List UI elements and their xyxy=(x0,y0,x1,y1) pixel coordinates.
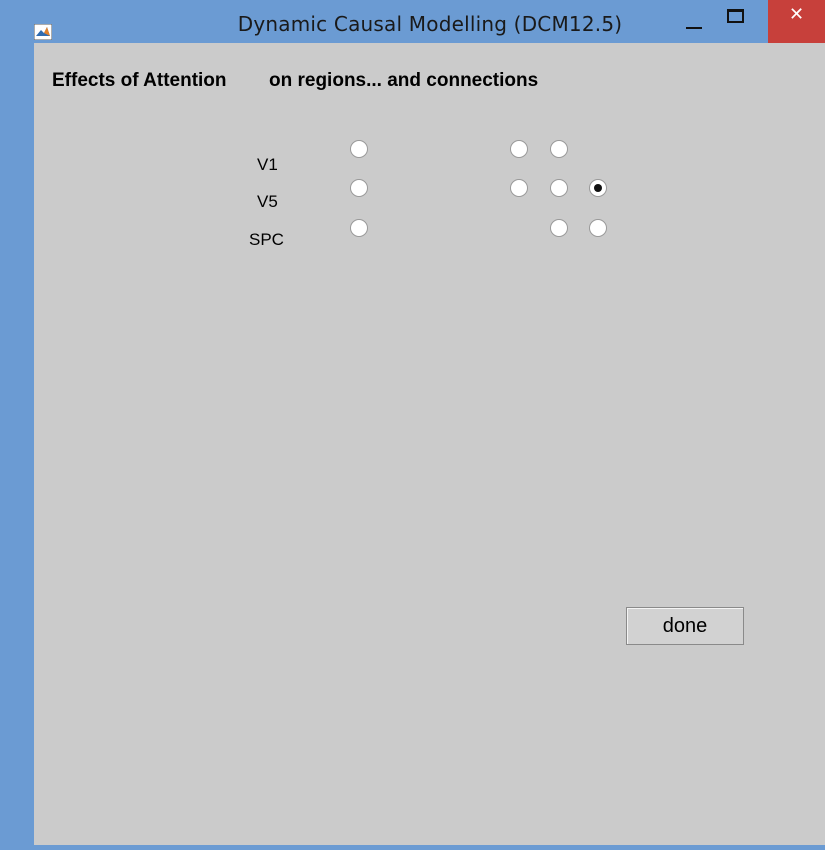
minimize-icon xyxy=(686,27,702,29)
region-label-v5: V5 xyxy=(257,192,278,211)
connection-radio-v1-v5[interactable] xyxy=(550,140,568,158)
done-button[interactable]: done xyxy=(626,607,744,645)
title-bar[interactable]: Dynamic Causal Modelling (DCM12.5) ✕ xyxy=(0,0,825,43)
region-label-spc: SPC xyxy=(249,230,284,249)
target-heading: on regions... and connections xyxy=(269,70,539,91)
connection-radio-spc-v5[interactable] xyxy=(550,219,568,237)
effects-heading: Effects of Attention xyxy=(52,70,227,91)
close-button[interactable]: ✕ xyxy=(768,0,825,43)
region-radio-v1[interactable] xyxy=(350,140,368,158)
connection-radio-v5-v5[interactable] xyxy=(550,179,568,197)
minimize-button[interactable] xyxy=(672,0,718,43)
region-radio-v5[interactable] xyxy=(350,179,368,197)
maximize-icon xyxy=(727,9,744,23)
connection-radio-v5-v1[interactable] xyxy=(510,179,528,197)
connection-radio-spc-spc[interactable] xyxy=(589,219,607,237)
window-client-area: Effects of Attention on regions... and c… xyxy=(0,43,825,850)
radio-selected-dot xyxy=(594,184,602,192)
dcm-window: Dynamic Causal Modelling (DCM12.5) ✕ Eff… xyxy=(0,0,825,850)
figure-panel: Effects of Attention on regions... and c… xyxy=(34,43,825,845)
connection-radio-v1-v1[interactable] xyxy=(510,140,528,158)
region-label-v1: V1 xyxy=(257,155,278,174)
region-radio-spc[interactable] xyxy=(350,219,368,237)
close-icon: ✕ xyxy=(788,4,805,25)
maximize-button[interactable] xyxy=(720,0,766,43)
connection-radio-v5-spc[interactable] xyxy=(589,179,607,197)
